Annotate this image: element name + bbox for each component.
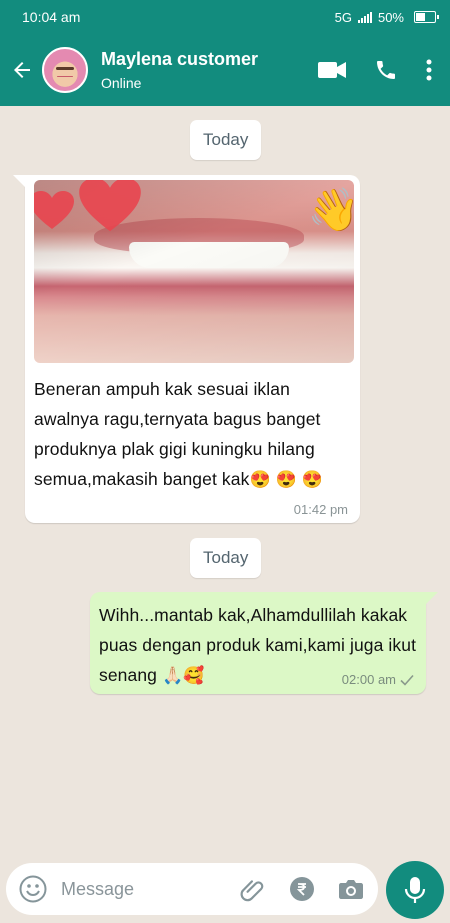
- video-camera-icon: [318, 62, 346, 78]
- emoji-icon: [19, 875, 47, 903]
- emoji-button[interactable]: [19, 875, 47, 903]
- incoming-message[interactable]: 👋 Beneran ampuh kak sesuai iklan awalnya…: [13, 175, 360, 523]
- phone-icon: [377, 61, 395, 79]
- message-photo[interactable]: 👋: [34, 180, 354, 363]
- avatar[interactable]: [42, 47, 88, 93]
- camera-button[interactable]: [338, 877, 364, 901]
- camera-icon: [339, 880, 363, 899]
- video-call-button[interactable]: [318, 60, 346, 80]
- heart-icon: [34, 191, 74, 229]
- message-time: 02:00 am: [341, 672, 396, 687]
- message-composer: Message: [6, 863, 378, 915]
- message-meta: 02:00 am: [342, 672, 414, 687]
- more-options-button[interactable]: [426, 59, 432, 81]
- paperclip-icon: [240, 880, 264, 902]
- date-divider: Today: [190, 538, 262, 578]
- microphone-button[interactable]: [386, 861, 444, 919]
- outgoing-message[interactable]: Wihh...mantab kak,Alhamdullilah kakak pu…: [90, 592, 438, 694]
- status-indicators: 5G 50%: [334, 9, 439, 25]
- contact-name: Maylena customer: [101, 49, 259, 69]
- network-label: 5G: [334, 9, 352, 25]
- attach-button[interactable]: [240, 876, 266, 902]
- contact-status: Online: [101, 75, 142, 91]
- more-vertical-icon: [426, 59, 432, 81]
- chat-area[interactable]: Today 👋 Beneran ampuh kak sesuai iklan a…: [0, 106, 450, 858]
- date-divider: Today: [190, 120, 262, 160]
- status-time: 10:04 am: [22, 9, 81, 25]
- waving-hand-icon: 👋: [307, 186, 354, 233]
- battery-percent: 50%: [377, 9, 404, 25]
- microphone-icon: [404, 877, 426, 903]
- status-bar: 10:04 am 5G 50%: [0, 0, 450, 34]
- message-input[interactable]: Message: [61, 879, 240, 900]
- payment-button[interactable]: [289, 876, 315, 902]
- message-time: 01:42 pm: [293, 502, 348, 517]
- message-text: Beneran ampuh kak sesuai iklan awalnya r…: [34, 374, 351, 495]
- message-emoji: 😍 😍 😍: [249, 470, 323, 489]
- message-emoji: 🙏🏻🥰: [161, 666, 205, 685]
- voice-call-button[interactable]: [374, 58, 398, 82]
- heart-icon: [79, 180, 141, 232]
- back-button[interactable]: [2, 58, 42, 82]
- contact-info[interactable]: Maylena customer Online: [101, 49, 318, 91]
- battery-icon: [414, 11, 439, 23]
- signal-icon: [357, 11, 372, 23]
- arrow-left-icon: [14, 62, 30, 78]
- chat-header: Maylena customer Online: [0, 34, 450, 106]
- rupee-icon: [290, 877, 314, 901]
- check-icon: [400, 674, 414, 686]
- battery-fill: [416, 13, 425, 21]
